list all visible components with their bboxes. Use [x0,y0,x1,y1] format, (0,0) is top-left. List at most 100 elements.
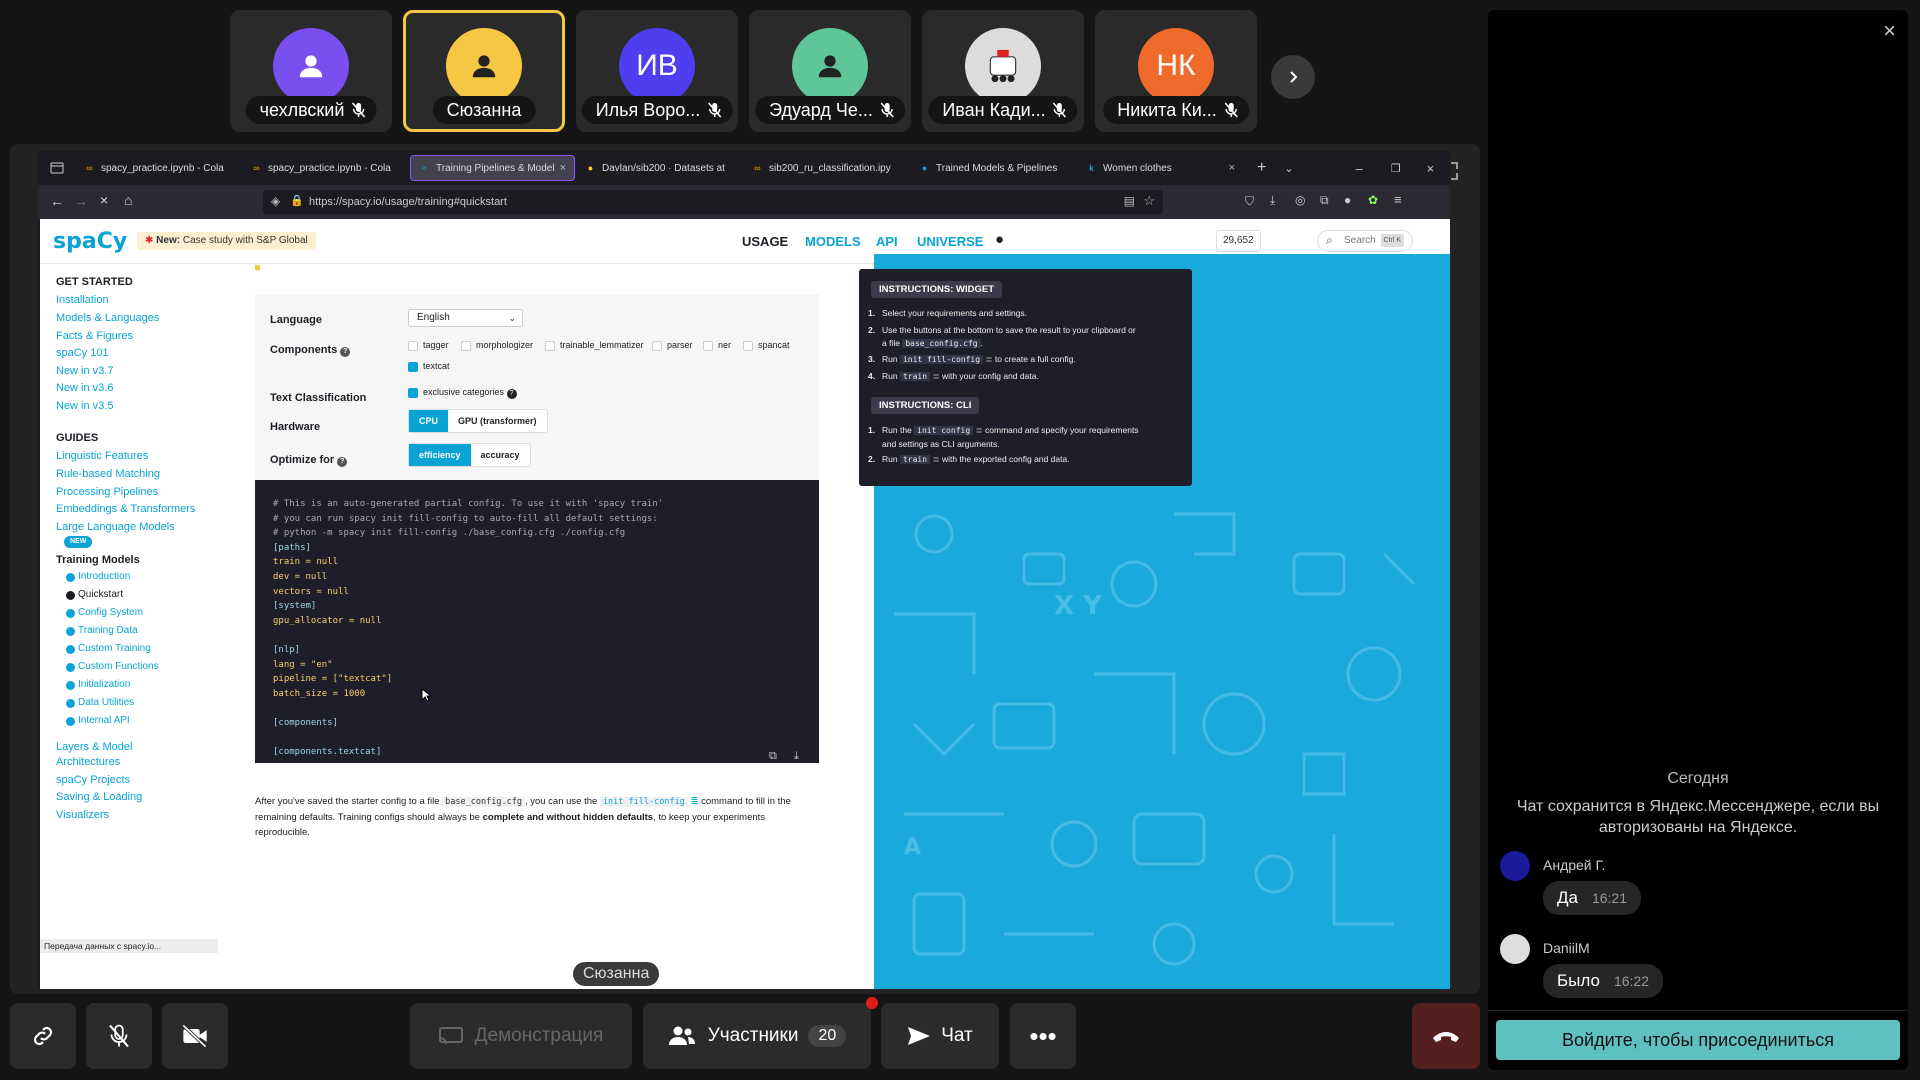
sidebar-sublink[interactable]: Introduction [78,571,130,582]
spacy-logo[interactable]: spaCy [53,229,127,254]
participant-tile[interactable]: ИВ Илья Воро... [576,10,738,132]
inline-code-link[interactable]: init fill-config [599,797,688,807]
sidebar-link[interactable]: Saving & Loading [56,791,142,803]
back-icon[interactable]: ← [50,193,64,209]
sidebar-sublink[interactable]: Config System [78,607,143,618]
sidebar-link[interactable]: Facts & Figures [56,330,133,342]
copy-link-button[interactable] [10,1003,76,1069]
tab-list-icon[interactable] [50,161,64,175]
component-option[interactable]: tagger [408,340,449,351]
participant-tile[interactable]: Иван Кади... [922,10,1084,132]
hardware-gpu-button[interactable]: GPU (transformer) [448,410,547,432]
more-options-button[interactable]: ••• [1010,1003,1076,1069]
bookmark-star-icon[interactable]: ☆ [1143,193,1155,209]
browser-tab[interactable]: ● Trained Models & Pipelines [911,155,1076,181]
nav-api[interactable]: API [876,234,898,249]
sidebar-link[interactable]: Architectures [56,756,120,768]
search-input[interactable]: ⌕ Search Ctrl K [1317,230,1413,252]
pocket-icon[interactable]: ⛉ [1245,194,1254,209]
language-select[interactable]: English ⌄ [408,309,523,327]
component-option[interactable]: trainable_lemmatizer [545,340,644,351]
minimize-icon[interactable]: – [1356,161,1363,176]
browser-tab[interactable]: ∞ sib200_ru_classification.ipy [744,155,909,181]
component-option-textcat[interactable]: textcat [408,361,450,372]
stop-icon[interactable]: × [100,192,108,208]
sidebar-link[interactable]: spaCy 101 [56,347,109,359]
screen-share-button[interactable]: Демонстрация [410,1003,632,1069]
sidebar-sublink[interactable]: Data Utilities [78,697,134,708]
participant-tile-speaking[interactable]: Сюзанна [403,10,565,132]
checkbox[interactable] [743,340,753,351]
leave-call-button[interactable] [1412,1003,1480,1069]
nav-usage[interactable]: USAGE [742,234,788,249]
new-tab-icon[interactable]: + [1257,159,1266,177]
close-tab-icon[interactable]: × [560,162,566,174]
github-icon[interactable]: ● [995,231,1004,248]
sidebar-link[interactable]: Processing Pipelines [56,486,158,498]
component-option[interactable]: parser [652,340,693,351]
restore-icon[interactable]: ❐ [1391,162,1401,175]
checkbox-checked[interactable] [408,387,418,398]
close-chat-icon[interactable]: × [1883,18,1896,44]
microphone-toggle-button[interactable] [86,1003,152,1069]
home-icon[interactable]: ⌂ [124,192,132,208]
forward-icon[interactable]: → [74,193,88,209]
close-window-icon[interactable]: × [1427,161,1435,176]
sidebar-link[interactable]: New in v3.7 [56,365,113,377]
sidebar-link[interactable]: New in v3.6 [56,382,113,394]
sidebar-current[interactable]: Training Models [56,554,140,566]
sidebar-sublink[interactable]: Custom Training [78,643,151,654]
sidebar-link[interactable]: Large Language Models [56,521,175,533]
hardware-cpu-button[interactable]: CPU [409,410,449,432]
checkbox[interactable] [545,340,555,351]
participant-tile[interactable]: Эдуард Че... [749,10,911,132]
checkbox[interactable] [703,340,713,351]
menu-icon[interactable]: ≡ [1394,192,1402,207]
nav-universe[interactable]: UNIVERSE [917,234,983,249]
optimize-efficiency-button[interactable]: efficiency [409,444,471,466]
sidebar-sublink[interactable]: Custom Functions [78,661,159,672]
participants-button[interactable]: Участники 20 [643,1003,871,1069]
browser-tab[interactable]: ∞ spacy_practice.ipynb - Cola [243,155,408,181]
sidebar-link[interactable]: Linguistic Features [56,450,148,462]
copy-icon[interactable]: ⧉ [769,750,777,763]
help-icon[interactable]: ? [340,347,351,357]
tab-overflow-icon[interactable]: ⌄ [1284,162,1293,175]
checkbox[interactable] [408,340,418,351]
extensions-icon[interactable]: ⧉ [1320,193,1329,208]
checkbox[interactable] [461,340,471,351]
chat-button[interactable]: Чат [881,1003,999,1069]
sidebar-sublink[interactable]: Training Data [78,625,138,636]
sidebar-sublink[interactable]: Internal API [78,715,130,726]
browser-tab[interactable]: k Women clothes × [1078,155,1243,181]
sidebar-sublink-active[interactable]: Quickstart [78,589,123,600]
extension-icon[interactable]: ✿ [1368,193,1378,207]
sidebar-link[interactable]: Installation [56,294,109,306]
component-option[interactable]: spancat [743,340,790,351]
browser-tab[interactable]: ● Davlan/sib200 · Datasets at [577,155,742,181]
component-option[interactable]: ner [703,340,731,351]
download-icon[interactable]: ⤓ [794,750,799,763]
camera-toggle-button[interactable] [162,1003,228,1069]
checkbox[interactable] [652,340,662,351]
news-banner[interactable]: ✱ New: Case study with S&P Global [137,232,316,250]
sidebar-link[interactable]: spaCy Projects [56,774,130,786]
download-icon[interactable]: ⤓ [1270,193,1275,208]
exclusive-categories-option[interactable]: exclusive categories ? [408,387,517,399]
address-bar[interactable]: ◈ 🔒 https://spacy.io/usage/training#quic… [263,190,1163,214]
optimize-accuracy-button[interactable]: accuracy [471,444,530,466]
participant-tile[interactable]: НК Никита Ки... [1095,10,1257,132]
browser-tab[interactable]: ∞ spacy_practice.ipynb - Cola [76,155,241,181]
extension-icon[interactable]: ● [1344,193,1351,207]
sidebar-link[interactable]: New in v3.5 [56,400,113,412]
next-participants-button[interactable] [1271,55,1315,99]
checkbox-checked[interactable] [408,361,418,372]
sidebar-link[interactable]: Models & Languages [56,312,159,324]
sidebar-link[interactable]: Visualizers [56,809,109,821]
nav-models[interactable]: MODELS [805,234,861,249]
browser-tab-active[interactable]: ≈ Training Pipelines & Model × [410,155,575,181]
close-tab-icon[interactable]: × [1229,162,1235,174]
participant-tile[interactable]: чехлвский [230,10,392,132]
help-icon[interactable]: ? [337,457,348,467]
sidebar-link[interactable]: Layers & Model [56,741,132,753]
